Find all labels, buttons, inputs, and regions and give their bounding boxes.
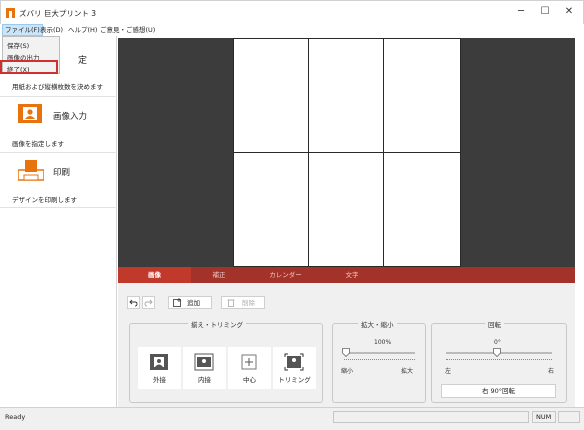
menu-file[interactable]: ファイル(F)	[2, 24, 43, 36]
trim-group: 揃え・トリミング 外接 内接 中心 トリミング	[129, 319, 323, 403]
inscribe-button[interactable]: 内接	[183, 347, 226, 389]
status-cell-empty	[333, 411, 529, 423]
page-tile	[233, 38, 309, 153]
circumscribe-label: 外接	[153, 376, 166, 384]
close-button[interactable]: ✕	[561, 5, 577, 19]
zoom-slider-thumb[interactable]	[342, 348, 350, 357]
delete-button[interactable]: 削除	[221, 296, 265, 309]
status-bar: Ready NUM	[0, 407, 584, 430]
page-tile	[233, 152, 309, 267]
page-tile	[383, 152, 461, 267]
menu-item-save[interactable]: 保存(S)	[7, 40, 29, 50]
rotation-group-title: 回転	[485, 319, 504, 329]
rotation-value: 0°	[494, 339, 501, 346]
minimize-button[interactable]: ─	[513, 5, 529, 19]
page-tile	[308, 152, 384, 267]
image-input-icon	[18, 104, 42, 123]
center-icon	[241, 354, 257, 370]
rotation-slider-thumb[interactable]	[493, 348, 501, 357]
add-button[interactable]: 追加	[168, 296, 212, 309]
rotate-90-button[interactable]: 右 90°回転	[441, 384, 556, 398]
paper-desc: 用紙および縦横枚数を決めます	[12, 83, 103, 91]
trimming-button[interactable]: トリミング	[273, 347, 316, 389]
page-tile	[383, 38, 461, 153]
paper-title-partial: 定	[78, 56, 88, 66]
rotate-left-label: 左	[445, 368, 452, 375]
trimming-label: トリミング	[278, 376, 311, 384]
redo-icon	[144, 299, 153, 307]
title-bar: ズバリ 巨大プリント 3 ─ ☐ ✕	[0, 0, 584, 24]
delete-label: 削除	[242, 299, 255, 307]
center-label: 中心	[243, 376, 256, 384]
tab-bar: 画像 補正 カレンダー 文字	[118, 267, 575, 283]
trim-group-title: 揃え・トリミング	[188, 319, 246, 329]
trimming-icon	[284, 353, 304, 371]
tab-calendar[interactable]: カレンダー	[247, 267, 324, 283]
zoom-slider-ticks	[344, 359, 415, 360]
image-input-section[interactable]: 画像入力 画像を指定します	[0, 97, 117, 153]
circumscribe-icon	[150, 354, 168, 370]
undo-icon	[129, 299, 138, 307]
center-button[interactable]: 中心	[228, 347, 271, 389]
inscribe-icon	[194, 353, 214, 371]
menu-bar: ファイル(F) 表示(D) ヘルプ(H) ご意見・ご感想(U)	[0, 24, 584, 36]
sidebar: 定 用紙および縦横枚数を決めます 画像入力 画像を指定します 印刷 デザインを印…	[0, 36, 117, 407]
add-label: 追加	[187, 299, 200, 307]
inscribe-label: 内接	[198, 376, 211, 384]
tab-correction[interactable]: 補正	[191, 267, 247, 283]
status-num: NUM	[532, 411, 556, 423]
page-tile	[308, 38, 384, 153]
tab-image[interactable]: 画像	[118, 267, 191, 283]
zoom-slider-track[interactable]	[343, 352, 415, 354]
status-text: Ready	[5, 413, 26, 421]
image-input-title: 画像入力	[53, 112, 88, 122]
print-desc: デザインを印刷します	[12, 196, 77, 204]
rotate-right-label: 右	[548, 368, 555, 375]
exit-highlight-box	[0, 60, 58, 74]
rotation-group: 回転 0° 左 右 右 90°回転	[431, 319, 567, 403]
zoom-group: 拡大・縮小 100% 縮小 拡大	[332, 319, 426, 403]
add-image-icon	[173, 298, 181, 307]
window-title: ズバリ 巨大プリント 3	[19, 9, 97, 18]
zoom-group-title: 拡大・縮小	[358, 319, 397, 329]
print-preview-canvas[interactable]	[118, 38, 575, 267]
maximize-button[interactable]: ☐	[537, 5, 553, 19]
image-panel: 追加 削除 揃え・トリミング 外接 内接 中心 トリミング 拡大・縮小 100%…	[118, 283, 575, 407]
image-input-desc: 画像を指定します	[12, 140, 64, 148]
redo-button[interactable]	[142, 296, 155, 309]
zoom-max-label: 拡大	[401, 368, 414, 375]
print-icon	[18, 160, 44, 181]
circumscribe-button[interactable]: 外接	[138, 347, 181, 389]
zoom-value: 100%	[374, 339, 392, 346]
menu-feedback[interactable]: ご意見・ご感想(U)	[98, 24, 157, 36]
app-icon	[6, 8, 15, 18]
menu-help[interactable]: ヘルプ(H)	[66, 24, 99, 36]
status-cell-empty	[558, 411, 580, 423]
menu-view[interactable]: 表示(D)	[38, 24, 65, 36]
trash-icon	[227, 299, 235, 307]
rotation-slider-ticks	[446, 359, 552, 360]
print-title: 印刷	[53, 168, 71, 178]
tab-text[interactable]: 文字	[324, 267, 380, 283]
undo-button[interactable]	[127, 296, 140, 309]
print-section[interactable]: 印刷 デザインを印刷します	[0, 153, 117, 208]
zoom-min-label: 縮小	[341, 368, 354, 375]
